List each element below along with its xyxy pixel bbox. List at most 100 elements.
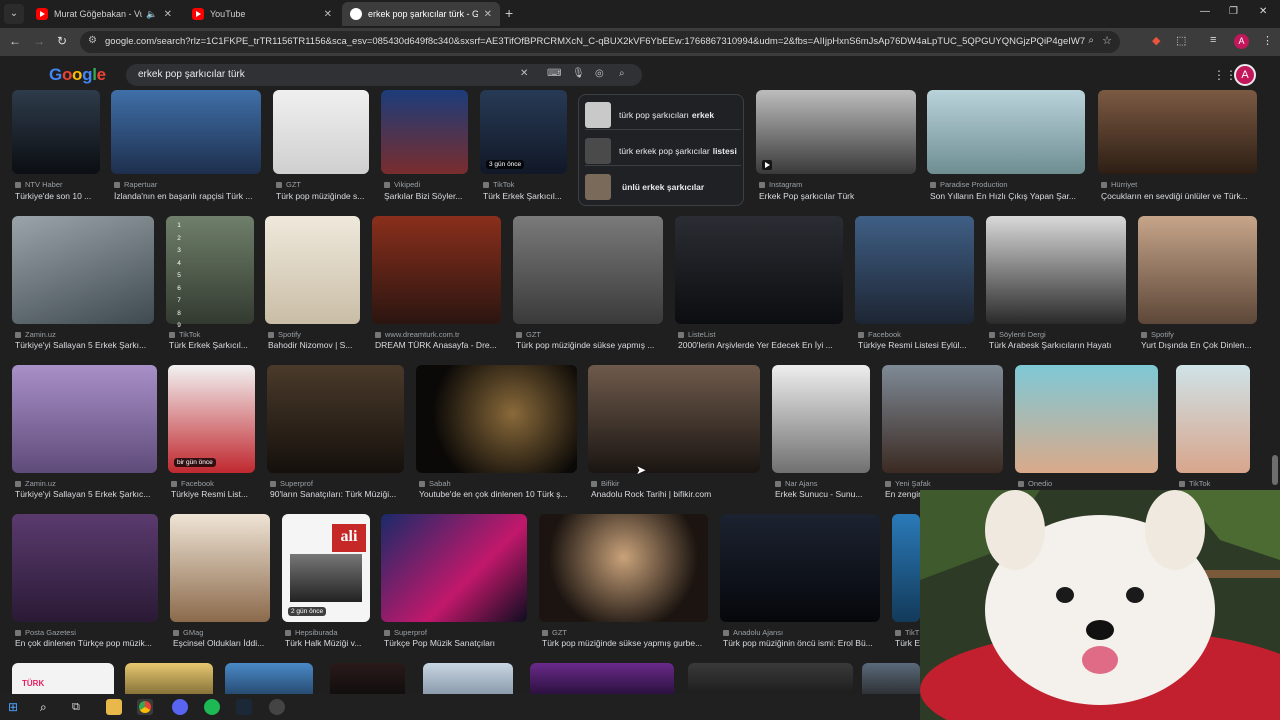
extension-icon[interactable]: ◆ bbox=[1152, 34, 1160, 47]
result-thumbnail[interactable] bbox=[111, 90, 261, 174]
result-thumbnail[interactable] bbox=[416, 365, 577, 473]
result-source[interactable]: Bifikir bbox=[591, 479, 619, 488]
tab-google-search[interactable]: erkek pop şarkıcılar türk - Google ✕ bbox=[342, 2, 500, 26]
result-thumbnail[interactable] bbox=[539, 514, 708, 622]
result-source[interactable]: www.dreamturk.com.tr bbox=[375, 330, 460, 339]
extensions-puzzle-icon[interactable]: ⬚ bbox=[1176, 34, 1186, 47]
scrollbar-thumb[interactable] bbox=[1272, 455, 1278, 485]
result-source[interactable]: GMag bbox=[173, 628, 203, 637]
result-title[interactable]: Türk pop müziğinde sükse yapmış gurbe... bbox=[542, 638, 711, 648]
result-thumbnail[interactable] bbox=[1138, 216, 1257, 324]
result-source[interactable]: Instagram bbox=[759, 180, 802, 189]
file-explorer-icon[interactable] bbox=[106, 699, 122, 715]
result-thumbnail[interactable] bbox=[855, 216, 974, 324]
restore-icon[interactable]: ❐ bbox=[1229, 6, 1238, 17]
result-title[interactable]: Türk Arabesk Şarkıcıların Hayatı bbox=[989, 340, 1129, 350]
forward-icon[interactable]: → bbox=[33, 34, 45, 48]
result-thumbnail[interactable] bbox=[862, 663, 920, 694]
result-source[interactable]: Rapertuar bbox=[114, 180, 157, 189]
result-title[interactable]: DREAM TÜRK Anasayfa - Dre... bbox=[375, 340, 504, 350]
result-title[interactable]: Türk Erkek Şarkıcıl... bbox=[483, 191, 570, 201]
result-source[interactable]: Superprof bbox=[270, 479, 313, 488]
result-source[interactable]: Onedio bbox=[1018, 479, 1052, 488]
result-title[interactable]: Türkiye'yi Sallayan 5 Erkek Şarkı... bbox=[15, 340, 157, 350]
result-title[interactable]: Erkek Sunucu - Sunu... bbox=[775, 489, 873, 499]
result-title[interactable]: Bahodir Nizomov | S... bbox=[268, 340, 363, 350]
browser-profile-avatar[interactable]: A bbox=[1234, 34, 1249, 49]
minimize-icon[interactable]: — bbox=[1200, 6, 1210, 17]
result-source[interactable]: Hürriyet bbox=[1101, 180, 1137, 189]
clear-icon[interactable]: ✕ bbox=[520, 68, 528, 79]
result-thumbnail[interactable] bbox=[170, 514, 270, 622]
tab-murat[interactable]: Murat Göğebakan - Vurgun 🔈 ✕ bbox=[28, 2, 180, 26]
reload-icon[interactable]: ↻ bbox=[57, 34, 67, 48]
close-tab-icon[interactable]: ✕ bbox=[324, 9, 332, 20]
result-source[interactable]: NTV Haber bbox=[15, 180, 63, 189]
result-thumbnail[interactable] bbox=[756, 90, 916, 174]
zoom-icon[interactable]: ⌕ bbox=[1088, 35, 1094, 46]
result-title[interactable]: Türk pop müziğinin öncü ismi: Erol Bü... bbox=[723, 638, 883, 648]
result-thumbnail[interactable] bbox=[12, 216, 154, 324]
result-title[interactable]: 90'ların Sanatçıları: Türk Müziği... bbox=[270, 489, 407, 499]
result-thumbnail[interactable] bbox=[125, 663, 213, 694]
result-source[interactable]: Yeni Şafak bbox=[885, 479, 931, 488]
result-source[interactable]: Nar Ajans bbox=[775, 479, 818, 488]
result-thumbnail[interactable] bbox=[588, 365, 760, 473]
result-thumbnail[interactable]: ali bbox=[282, 514, 370, 622]
steam-icon[interactable] bbox=[236, 699, 252, 715]
result-source[interactable]: GZT bbox=[276, 180, 301, 189]
result-title[interactable]: Son Yılların En Hızlı Çıkış Yapan Şar... bbox=[930, 191, 1088, 201]
result-thumbnail[interactable] bbox=[330, 663, 405, 694]
result-title[interactable]: Erkek Pop şarkıcılar Türk bbox=[759, 191, 919, 201]
result-thumbnail[interactable] bbox=[1176, 365, 1250, 473]
keyboard-icon[interactable]: ⌨ bbox=[547, 68, 561, 79]
result-thumbnail[interactable] bbox=[267, 365, 404, 473]
result-source[interactable]: ListeList bbox=[678, 330, 716, 339]
result-thumbnail[interactable] bbox=[720, 514, 880, 622]
site-info-icon[interactable]: ⚙ bbox=[88, 35, 97, 46]
address-bar[interactable]: ⚙ google.com/search?rlz=1C1FKPE_trTR1156… bbox=[80, 31, 1120, 53]
close-tab-icon[interactable]: ✕ bbox=[484, 9, 492, 20]
new-tab-button[interactable]: + bbox=[505, 5, 513, 21]
result-title[interactable]: Çocukların en sevdiği ünlüler ve Türk... bbox=[1101, 191, 1260, 201]
result-title[interactable]: Türk pop müziğinde s... bbox=[276, 191, 372, 201]
tab-search-button[interactable]: ⌄ bbox=[4, 4, 24, 24]
result-source[interactable]: TikT bbox=[895, 628, 919, 637]
result-source[interactable]: Superprof bbox=[384, 628, 427, 637]
menu-dots-icon[interactable]: ⋮ bbox=[1262, 34, 1273, 47]
result-source[interactable]: Vikipedi bbox=[384, 180, 420, 189]
result-thumbnail[interactable] bbox=[273, 90, 369, 174]
result-source[interactable]: Posta Gazetesi bbox=[15, 628, 76, 637]
result-thumbnail[interactable] bbox=[1015, 365, 1158, 473]
close-window-icon[interactable]: ✕ bbox=[1259, 6, 1267, 17]
result-thumbnail[interactable] bbox=[12, 365, 157, 473]
result-title[interactable]: Şarkılar Bizi Söyler... bbox=[384, 191, 471, 201]
result-source[interactable]: Söylenti Dergi bbox=[989, 330, 1046, 339]
related-search-item[interactable]: türk pop şarkıcıları erkek bbox=[585, 100, 741, 130]
result-source[interactable]: Sabah bbox=[419, 479, 451, 488]
result-title[interactable]: Youtube'de en çok dinlenen 10 Türk ş... bbox=[419, 489, 580, 499]
result-thumbnail[interactable] bbox=[372, 216, 501, 324]
google-logo[interactable]: Google bbox=[49, 65, 106, 85]
result-thumbnail[interactable] bbox=[381, 90, 468, 174]
microphone-icon[interactable]: 🎙 bbox=[572, 68, 585, 79]
result-title[interactable]: Türkiye'de son 10 ... bbox=[15, 191, 103, 201]
chrome-taskbar-button[interactable] bbox=[137, 699, 153, 715]
result-thumbnail[interactable] bbox=[225, 663, 313, 694]
result-thumbnail[interactable]: TÜRK bbox=[12, 663, 114, 694]
result-thumbnail[interactable] bbox=[675, 216, 843, 324]
result-source[interactable]: GZT bbox=[516, 330, 541, 339]
result-title[interactable]: Türkçe Pop Müzik Sanatçıları bbox=[384, 638, 530, 648]
result-source[interactable]: GZT bbox=[542, 628, 567, 637]
result-source[interactable]: Facebook bbox=[171, 479, 214, 488]
related-search-item[interactable]: ünlü erkek şarkıcılar bbox=[585, 172, 741, 202]
result-thumbnail[interactable] bbox=[1098, 90, 1257, 174]
result-thumbnail[interactable] bbox=[772, 365, 870, 473]
result-title[interactable]: 2000'lerin Arşivlerde Yer Edecek En İyi … bbox=[678, 340, 846, 350]
tab-youtube[interactable]: YouTube ✕ bbox=[184, 2, 340, 26]
media-control-icon[interactable]: ≡ bbox=[1210, 34, 1216, 46]
search-icon[interactable]: ⌕ bbox=[40, 699, 56, 715]
back-icon[interactable]: ← bbox=[9, 34, 21, 48]
obs-icon[interactable] bbox=[269, 699, 285, 715]
spotify-icon[interactable] bbox=[204, 699, 220, 715]
